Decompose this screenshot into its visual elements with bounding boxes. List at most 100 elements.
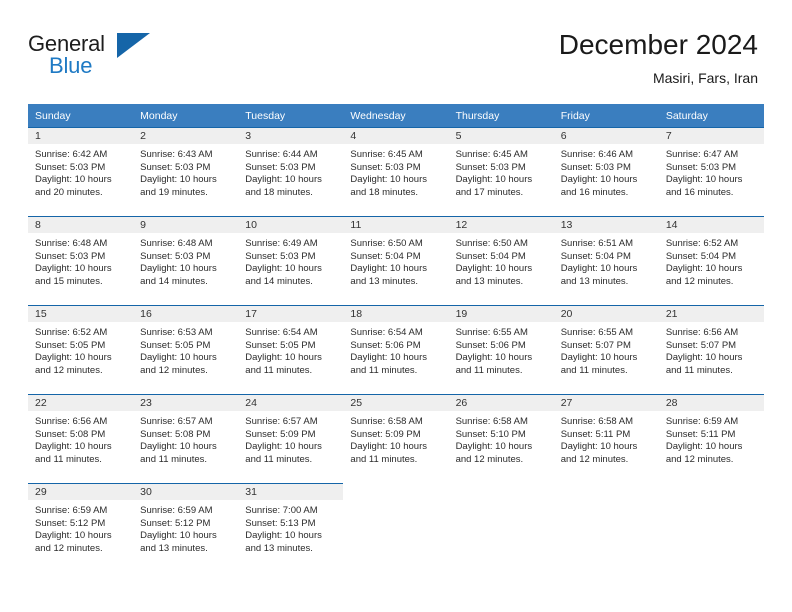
day-number: 18 <box>343 305 449 322</box>
day-details: Sunrise: 6:43 AM Sunset: 5:03 PM Daylight:… <box>133 144 238 199</box>
day-number: 29 <box>28 483 134 500</box>
sunset-text: Sunset: 5:05 PM <box>35 339 106 351</box>
daylight-text-line1: Daylight: 10 hours <box>245 352 322 364</box>
page-subtitle: Masiri, Fars, Iran <box>652 70 758 86</box>
sunrise-text: Sunrise: 6:45 AM <box>455 149 528 160</box>
weekday-header-friday: Friday <box>553 104 659 127</box>
day-cell[interactable]: 17 Sunrise: 6:54 AM Sunset: 5:05 PM Dayligh… <box>238 305 344 394</box>
daylight-text-line2: and 11 minutes. <box>455 364 523 376</box>
daylight-text-line2: and 18 minutes. <box>245 186 313 198</box>
day-cell[interactable]: 3 Sunrise: 6:44 AM Sunset: 5:03 PM Daylight… <box>238 127 344 216</box>
day-cell[interactable]: 1 Sunrise: 6:42 AM Sunset: 5:03 PM Daylight… <box>28 127 134 216</box>
day-number: 23 <box>133 394 239 411</box>
daylight-text-line2: and 11 minutes. <box>35 453 102 465</box>
calendar-day-cell: 24 Sunrise: 6:57 AM Sunset: 5:09 PM Dayligh… <box>238 394 344 483</box>
sunrise-text: Sunrise: 6:59 AM <box>35 505 108 516</box>
day-details: Sunrise: 6:59 AM Sunset: 5:12 PM Daylight:… <box>28 500 133 555</box>
sunrise-text: Sunrise: 6:54 AM <box>245 327 318 338</box>
sunrise-text: Sunrise: 6:55 AM <box>455 327 528 338</box>
daylight-text-line1: Daylight: 10 hours <box>245 530 322 542</box>
day-cell[interactable]: 18 Sunrise: 6:54 AM Sunset: 5:06 PM Dayligh… <box>343 305 449 394</box>
day-cell[interactable]: 28 Sunrise: 6:59 AM Sunset: 5:11 PM Dayligh… <box>658 394 764 483</box>
day-cell[interactable]: 8 Sunrise: 6:48 AM Sunset: 5:03 PM Daylight… <box>28 216 134 305</box>
daylight-text-line2: and 11 minutes. <box>350 453 418 465</box>
day-cell[interactable]: 27 Sunrise: 6:58 AM Sunset: 5:11 PM Dayligh… <box>553 394 659 483</box>
sunset-text: Sunset: 5:07 PM <box>560 339 631 351</box>
day-details: Sunrise: 6:52 AM Sunset: 5:04 PM Daylight:… <box>659 233 764 288</box>
day-cell[interactable]: 4 Sunrise: 6:45 AM Sunset: 5:03 PM Daylight… <box>343 127 449 216</box>
daylight-text-line2: and 16 minutes. <box>665 186 734 198</box>
day-cell[interactable]: 11 Sunrise: 6:50 AM Sunset: 5:04 PM Dayligh… <box>343 216 449 305</box>
day-details: Sunrise: 6:59 AM Sunset: 5:12 PM Daylight:… <box>133 500 238 555</box>
day-cell[interactable]: 9 Sunrise: 6:48 AM Sunset: 5:03 PM Daylight… <box>133 216 239 305</box>
day-cell[interactable]: 24 Sunrise: 6:57 AM Sunset: 5:09 PM Dayligh… <box>238 394 344 483</box>
day-number: 5 <box>448 127 554 144</box>
day-cell[interactable]: 5 Sunrise: 6:45 AM Sunset: 5:03 PM Daylight… <box>448 127 554 216</box>
calendar-day-cell: 10 Sunrise: 6:49 AM Sunset: 5:03 PM Dayligh… <box>238 216 344 305</box>
calendar-week-row: 15 Sunrise: 6:52 AM Sunset: 5:05 PM Dayligh… <box>28 305 764 394</box>
day-number: 28 <box>658 394 764 411</box>
calendar-day-cell: 31 Sunrise: 7:00 AM Sunset: 5:13 PM Dayligh… <box>238 483 344 572</box>
title-block: December 2024 Masiri, Fars, Iran <box>559 28 758 88</box>
day-cell[interactable]: 13 Sunrise: 6:51 AM Sunset: 5:04 PM Dayligh… <box>553 216 659 305</box>
calendar-day-cell <box>449 483 554 572</box>
day-cell[interactable]: 21 Sunrise: 6:56 AM Sunset: 5:07 PM Dayligh… <box>658 305 764 394</box>
calendar-week-row: 1 Sunrise: 6:42 AM Sunset: 5:03 PM Daylight… <box>28 127 764 216</box>
sunrise-text: Sunrise: 6:44 AM <box>245 149 318 160</box>
calendar-day-cell: 27 Sunrise: 6:58 AM Sunset: 5:11 PM Dayligh… <box>553 394 659 483</box>
daylight-text-line1: Daylight: 10 hours <box>560 174 638 186</box>
day-cell-empty <box>554 483 659 572</box>
day-cell[interactable]: 16 Sunrise: 6:53 AM Sunset: 5:05 PM Dayligh… <box>133 305 239 394</box>
calendar-day-cell: 11 Sunrise: 6:50 AM Sunset: 5:04 PM Dayligh… <box>343 216 449 305</box>
daylight-text-line1: Daylight: 10 hours <box>560 441 638 453</box>
day-cell[interactable]: 10 Sunrise: 6:49 AM Sunset: 5:03 PM Dayligh… <box>238 216 344 305</box>
day-cell[interactable]: 25 Sunrise: 6:58 AM Sunset: 5:09 PM Dayligh… <box>343 394 449 483</box>
day-cell[interactable]: 23 Sunrise: 6:57 AM Sunset: 5:08 PM Dayligh… <box>133 394 239 483</box>
sunset-text: Sunset: 5:05 PM <box>140 339 211 351</box>
daylight-text-line1: Daylight: 10 hours <box>245 263 322 275</box>
day-cell[interactable]: 2 Sunrise: 6:43 AM Sunset: 5:03 PM Daylight… <box>133 127 239 216</box>
day-cell[interactable]: 26 Sunrise: 6:58 AM Sunset: 5:10 PM Dayligh… <box>448 394 554 483</box>
day-cell[interactable]: 6 Sunrise: 6:46 AM Sunset: 5:03 PM Daylight… <box>553 127 659 216</box>
day-cell[interactable]: 31 Sunrise: 7:00 AM Sunset: 5:13 PM Dayligh… <box>238 483 344 572</box>
day-number: 13 <box>553 216 659 233</box>
daylight-text-line1: Daylight: 10 hours <box>140 441 217 453</box>
daylight-text-line1: Daylight: 10 hours <box>140 263 217 275</box>
daylight-text-line2: and 15 minutes. <box>35 275 103 287</box>
daylight-text-line2: and 11 minutes. <box>245 453 313 465</box>
day-details: Sunrise: 6:48 AM Sunset: 5:03 PM Daylight:… <box>133 233 238 288</box>
daylight-text-line1: Daylight: 10 hours <box>140 174 217 186</box>
sunrise-text: Sunrise: 6:52 AM <box>35 327 108 338</box>
day-cell[interactable]: 22 Sunrise: 6:56 AM Sunset: 5:08 PM Dayligh… <box>28 394 134 483</box>
day-cell[interactable]: 20 Sunrise: 6:55 AM Sunset: 5:07 PM Dayligh… <box>553 305 659 394</box>
daylight-text-line1: Daylight: 10 hours <box>665 352 743 364</box>
sunset-text: Sunset: 5:04 PM <box>665 250 737 262</box>
general-blue-logo[interactable]: General Blue <box>28 31 150 83</box>
day-cell[interactable]: 15 Sunrise: 6:52 AM Sunset: 5:05 PM Dayligh… <box>28 305 134 394</box>
calendar-day-cell: 20 Sunrise: 6:55 AM Sunset: 5:07 PM Dayligh… <box>553 305 659 394</box>
day-cell[interactable]: 7 Sunrise: 6:47 AM Sunset: 5:03 PM Daylight… <box>658 127 764 216</box>
day-cell[interactable]: 14 Sunrise: 6:52 AM Sunset: 5:04 PM Dayligh… <box>658 216 764 305</box>
day-details: Sunrise: 6:50 AM Sunset: 5:04 PM Daylight:… <box>449 233 554 288</box>
day-number: 4 <box>343 127 449 144</box>
day-details: Sunrise: 6:58 AM Sunset: 5:09 PM Daylight:… <box>343 411 448 466</box>
day-details: Sunrise: 6:56 AM Sunset: 5:07 PM Daylight:… <box>659 322 764 377</box>
sunrise-text: Sunrise: 6:47 AM <box>665 149 739 160</box>
calendar-day-cell: 1 Sunrise: 6:42 AM Sunset: 5:03 PM Daylight… <box>28 127 134 216</box>
daylight-text-line1: Daylight: 10 hours <box>35 530 112 542</box>
day-cell[interactable]: 12 Sunrise: 6:50 AM Sunset: 5:04 PM Dayligh… <box>448 216 554 305</box>
calendar-day-cell: 30 Sunrise: 6:59 AM Sunset: 5:12 PM Dayligh… <box>133 483 239 572</box>
daylight-text-line1: Daylight: 10 hours <box>560 263 638 275</box>
day-cell[interactable]: 19 Sunrise: 6:55 AM Sunset: 5:06 PM Dayligh… <box>448 305 554 394</box>
day-number <box>449 483 554 502</box>
sunset-text: Sunset: 5:03 PM <box>245 250 316 262</box>
day-details: Sunrise: 6:57 AM Sunset: 5:08 PM Daylight:… <box>133 411 238 466</box>
sunrise-text: Sunrise: 6:58 AM <box>350 416 423 427</box>
calendar-day-cell: 16 Sunrise: 6:53 AM Sunset: 5:05 PM Dayligh… <box>133 305 239 394</box>
sunrise-text: Sunrise: 6:43 AM <box>140 149 213 160</box>
daylight-text-line2: and 14 minutes. <box>140 275 208 287</box>
day-number: 12 <box>448 216 554 233</box>
day-cell[interactable]: 29 Sunrise: 6:59 AM Sunset: 5:12 PM Dayligh… <box>28 483 134 572</box>
daylight-text-line1: Daylight: 10 hours <box>665 263 743 275</box>
day-cell[interactable]: 30 Sunrise: 6:59 AM Sunset: 5:12 PM Dayligh… <box>133 483 239 572</box>
